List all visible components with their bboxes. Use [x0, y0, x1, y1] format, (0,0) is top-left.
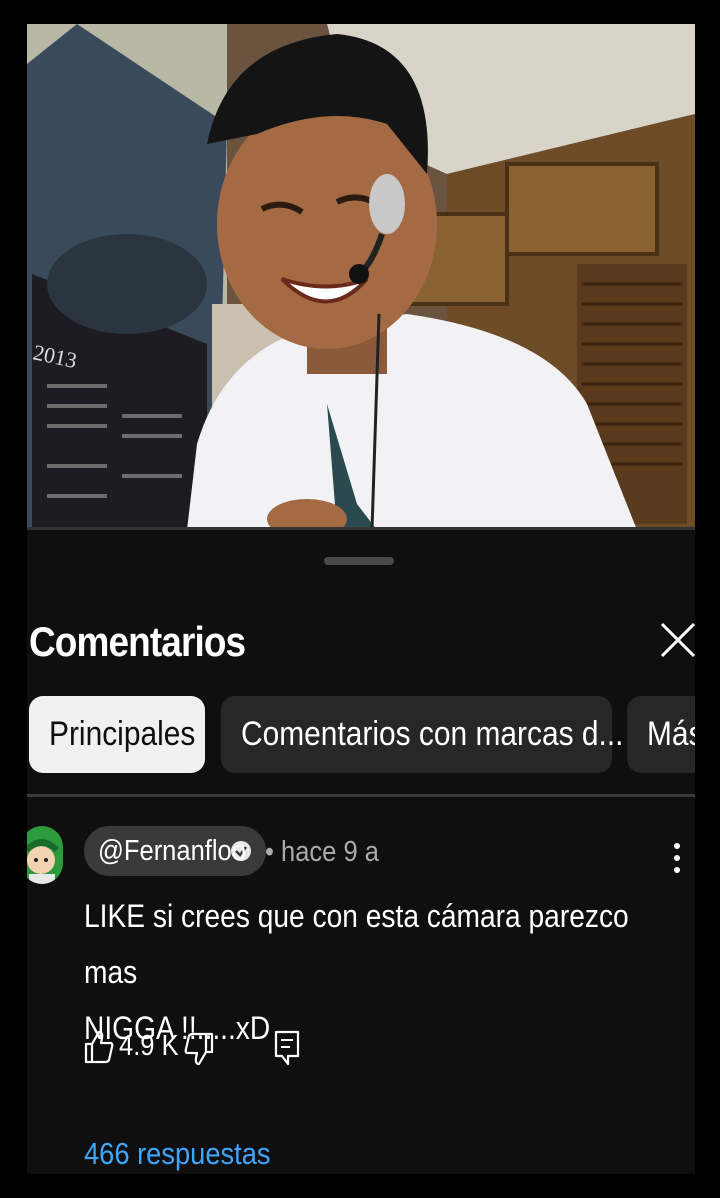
- sheet-title: Comentarios: [29, 618, 246, 665]
- reply-icon[interactable]: [274, 1030, 300, 1066]
- drag-handle[interactable]: [324, 557, 394, 565]
- avatar[interactable]: [27, 826, 63, 884]
- chip-principales[interactable]: Principales: [29, 696, 205, 773]
- thumbs-up-icon[interactable]: [84, 1030, 114, 1064]
- comment-actions: 4.9 K: [84, 1030, 484, 1070]
- like-count: 4.9 K: [119, 1030, 179, 1062]
- more-options-icon[interactable]: [667, 840, 687, 876]
- thumbs-down-icon[interactable]: [184, 1032, 214, 1066]
- chip-more[interactable]: Más: [627, 696, 695, 773]
- filter-chips: Principales Comentarios con marcas d... …: [29, 696, 695, 774]
- close-icon[interactable]: [658, 620, 695, 660]
- comments-sheet: Comentarios Principales Comentarios con …: [27, 530, 695, 1174]
- comment-line-1: LIKE si crees que con esta cámara parezc…: [84, 898, 629, 990]
- chip-timestamped[interactable]: Comentarios con marcas d...: [221, 696, 623, 773]
- video-frame-image: 2013: [27, 24, 695, 530]
- comment-time: • hace 9 a: [265, 836, 379, 868]
- video-player[interactable]: 2013: [27, 24, 695, 530]
- app-frame: 2013 Comentarios Principales Comentarios…: [27, 24, 695, 1174]
- replies-link[interactable]: 466 respuestas: [84, 1136, 271, 1172]
- author-name: @Fernanfloo: [98, 834, 246, 867]
- author-badge[interactable]: @Fernanfloo: [84, 826, 266, 876]
- divider: [27, 794, 695, 797]
